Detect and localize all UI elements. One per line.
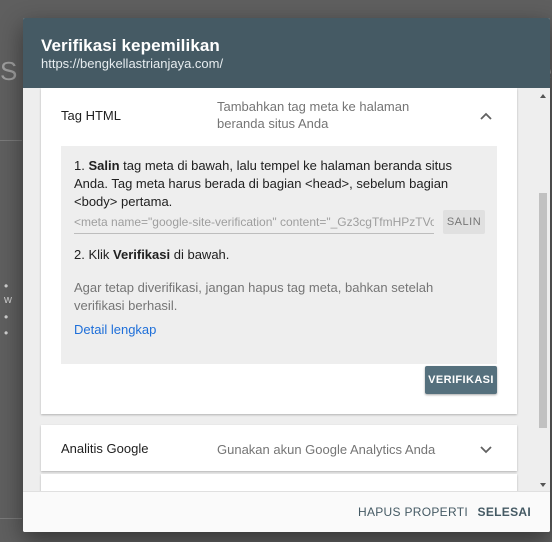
background-bullet: •: [4, 326, 9, 340]
meta-tag-field[interactable]: <meta name="google-site-verification" co…: [74, 211, 434, 234]
copy-button[interactable]: SALIN: [443, 210, 485, 234]
property-url: https://bengkellastrianjaya.com/: [41, 56, 224, 71]
verify-button[interactable]: VERIFIKASI: [425, 366, 497, 394]
scroll-down-arrow-icon[interactable]: [540, 483, 546, 487]
step-2-suffix: di bawah.: [170, 247, 230, 262]
method-name: Tag HTML: [61, 108, 121, 123]
verification-methods-list[interactable]: Tag HTML Tambahkan tag meta ke halaman b…: [23, 88, 550, 493]
background-text-fragment: w: [4, 294, 12, 306]
step-1-action: Salin: [88, 158, 120, 173]
chevron-up-icon[interactable]: [479, 110, 493, 124]
dialog-header: Verifikasi kepemilikan https://bengkella…: [23, 18, 550, 88]
details-link[interactable]: Detail lengkap: [74, 322, 156, 337]
dialog-footer: HAPUS PROPERTI SELESAI: [23, 491, 550, 532]
background-divider: [0, 140, 22, 141]
scrollbar-thumb[interactable]: [539, 193, 547, 428]
method-header-html-tag[interactable]: Tag HTML Tambahkan tag meta ke halaman b…: [41, 88, 517, 146]
chevron-down-icon[interactable]: [479, 442, 493, 456]
scroll-up-arrow-icon[interactable]: [540, 94, 546, 98]
background-divider: [0, 518, 22, 519]
done-button[interactable]: SELESAI: [478, 505, 531, 519]
method-description: Gunakan akun Google Analytics Anda: [217, 442, 436, 457]
method-card-google-analytics[interactable]: Analitis Google Gunakan akun Google Anal…: [41, 425, 517, 471]
method-card-html-tag: Tag HTML Tambahkan tag meta ke halaman b…: [41, 88, 517, 414]
dialog-scrollbar[interactable]: [538, 88, 548, 493]
method-description: Tambahkan tag meta ke halaman beranda si…: [217, 99, 410, 131]
background-heading-fragment: S: [0, 56, 18, 86]
step-1-instruction: tag meta di bawah, lalu tempel ke halama…: [74, 158, 452, 209]
delete-property-button[interactable]: HAPUS PROPERTI: [358, 505, 468, 519]
step-1-number: 1.: [74, 158, 89, 173]
step-2-action: Verifikasi: [113, 247, 171, 262]
step-2-text: 2. Klik Verifikasi di bawah.: [74, 246, 485, 264]
step-1-text: 1. Salin tag meta di bawah, lalu tempel …: [74, 157, 485, 211]
background-bullet: •: [4, 310, 9, 324]
verify-ownership-dialog: Verifikasi kepemilikan https://bengkella…: [23, 18, 550, 532]
dialog-title: Verifikasi kepemilikan: [41, 36, 220, 55]
background-bullet: •: [4, 279, 9, 293]
method-name: Analitis Google: [61, 441, 149, 456]
step-2-prefix: 2. Klik: [74, 247, 114, 262]
verification-note: Agar tetap diverifikasi, jangan hapus ta…: [74, 280, 434, 313]
instructions-panel: 1. Salin tag meta di bawah, lalu tempel …: [61, 146, 497, 364]
